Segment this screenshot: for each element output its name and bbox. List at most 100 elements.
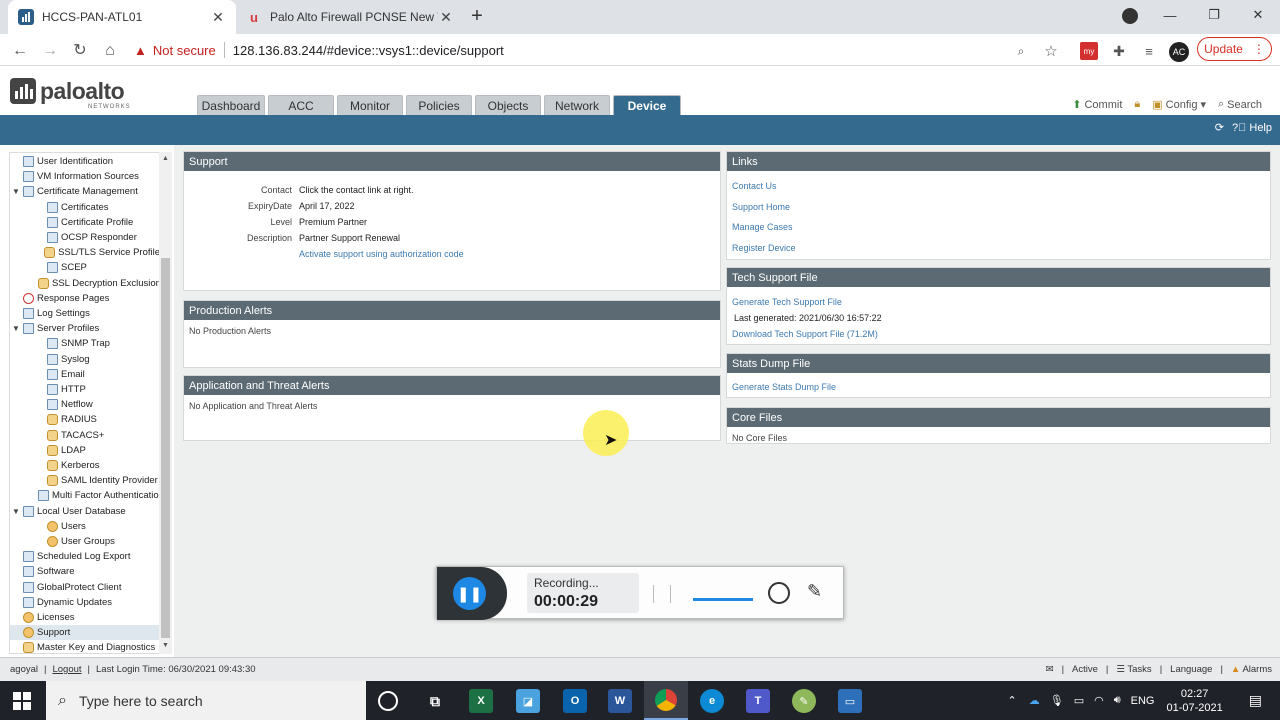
edge-icon[interactable]: e: [700, 689, 724, 713]
sidebar-item-radius[interactable]: RADIUS: [10, 412, 160, 427]
tab-search-icon[interactable]: [1122, 8, 1138, 24]
sidebar-item-log-settings[interactable]: Log Settings: [10, 306, 160, 321]
tab-device[interactable]: Device: [613, 95, 681, 115]
teams-icon[interactable]: T: [746, 689, 770, 713]
url-field[interactable]: ▲ Not secure 128.136.83.244/#device::vsy…: [134, 37, 1070, 63]
tasks-button[interactable]: ☰ Tasks: [1116, 664, 1151, 675]
webcam-icon[interactable]: [768, 582, 790, 604]
sidebar-item-multi-factor-authentication[interactable]: Multi Factor Authentication: [10, 488, 164, 503]
download-tech-support-link[interactable]: Download Tech Support File (71.2M): [732, 329, 878, 339]
microphone-icon[interactable]: 🎙︎: [1050, 694, 1064, 707]
browser-tab-pan[interactable]: HCCS-PAN-ATL01 ✕: [8, 0, 236, 34]
sidebar-item-tacacs[interactable]: TACACS+: [10, 428, 160, 443]
lock-button[interactable]: 🔒︎: [1134, 98, 1140, 111]
sidebar-item-support[interactable]: Support: [10, 625, 160, 641]
sidebar-item-email[interactable]: Email: [10, 367, 160, 382]
extensions-puzzle-icon[interactable]: ✚: [1110, 42, 1128, 60]
scroll-down-icon[interactable]: ▼: [161, 642, 170, 649]
logout-link[interactable]: Logout: [52, 664, 81, 675]
language-indicator[interactable]: ENG: [1131, 695, 1155, 707]
home-icon[interactable]: ⌂: [99, 40, 121, 62]
reading-list-icon[interactable]: ≡: [1140, 42, 1158, 60]
language-button[interactable]: Language: [1170, 664, 1212, 675]
support-home-link[interactable]: Support Home: [732, 202, 790, 212]
active-button[interactable]: Active: [1072, 664, 1098, 675]
scroll-up-icon[interactable]: ▲: [161, 155, 170, 162]
pen-icon[interactable]: ✎: [807, 581, 822, 602]
chevron-up-icon[interactable]: ⌃: [1008, 694, 1017, 707]
forward-arrow-icon[interactable]: →: [39, 40, 61, 62]
sidebar-item-server-profiles[interactable]: ▼ Server Profiles: [10, 321, 160, 336]
extension-my-icon[interactable]: my: [1080, 42, 1098, 60]
sidebar-item-licenses[interactable]: Licenses: [10, 610, 160, 625]
tab-objects[interactable]: Objects: [475, 95, 541, 115]
messages-icon[interactable]: ✉: [1046, 664, 1054, 675]
onedrive-icon[interactable]: ☁: [1029, 694, 1040, 707]
help-button[interactable]: ?⃝ Help: [1232, 122, 1272, 134]
sidebar-item-saml-identity-provider[interactable]: SAML Identity Provider: [10, 473, 160, 488]
generate-stats-dump-link[interactable]: Generate Stats Dump File: [732, 382, 836, 392]
close-tab-icon[interactable]: ✕: [210, 9, 226, 26]
update-button[interactable]: Update ⋮: [1197, 37, 1272, 61]
sidebar-item-scep[interactable]: SCEP: [10, 260, 160, 275]
battery-icon[interactable]: ▭: [1074, 694, 1084, 707]
sidebar-item-globalprotect-client[interactable]: GlobalProtect Client: [10, 580, 160, 595]
reload-icon[interactable]: ↻: [69, 40, 91, 62]
taskbar-clock[interactable]: 02:27 01-07-2021: [1166, 687, 1222, 715]
sidebar-item-scheduled-log-export[interactable]: Scheduled Log Export: [10, 549, 160, 564]
cortana-icon[interactable]: [378, 691, 398, 711]
tab-network[interactable]: Network: [544, 95, 610, 115]
wifi-icon[interactable]: ◠: [1094, 694, 1104, 707]
restore-icon[interactable]: ❐: [1192, 0, 1236, 30]
config-button[interactable]: ▣ Config ▾: [1152, 98, 1206, 112]
pause-icon[interactable]: ❚❚: [453, 577, 486, 610]
zoom-icon[interactable]: ⌕: [1012, 42, 1030, 60]
notifications-icon[interactable]: ▤: [1249, 692, 1262, 709]
sidebar-item-kerberos[interactable]: Kerberos: [10, 458, 160, 473]
alarms-button[interactable]: ▲ Alarms: [1231, 664, 1272, 675]
word-icon[interactable]: W: [608, 689, 632, 713]
sidebar-item-dynamic-updates[interactable]: Dynamic Updates: [10, 595, 160, 610]
commit-button[interactable]: ⬆ Commit: [1072, 98, 1122, 112]
sidebar-item-netflow[interactable]: Netflow: [10, 397, 160, 412]
expand-toggle-icon[interactable]: ▼: [12, 187, 21, 196]
taskbar-search-input[interactable]: ⌕ Type here to search: [46, 681, 366, 720]
sidebar-item-certificate-profile[interactable]: Certificate Profile: [10, 215, 160, 230]
sidebar-item-user-identification[interactable]: User Identification: [10, 154, 160, 169]
activate-support-link[interactable]: Activate support using authorization cod…: [299, 249, 464, 259]
expand-toggle-icon[interactable]: ▼: [12, 324, 21, 333]
sidebar-item-certificates[interactable]: Certificates: [10, 200, 160, 215]
sidebar-item-response-pages[interactable]: Response Pages: [10, 291, 160, 306]
browser-tab-course[interactable]: u Palo Alto Firewall PCNSE New V9 ✕: [236, 0, 464, 34]
register-device-link[interactable]: Register Device: [732, 243, 796, 253]
contact-us-link[interactable]: Contact Us: [732, 181, 777, 191]
tab-dashboard[interactable]: Dashboard: [197, 95, 265, 115]
volume-slider[interactable]: [693, 598, 753, 601]
sidebar-item-http[interactable]: HTTP: [10, 382, 160, 397]
sidebar-item-users[interactable]: Users: [10, 519, 160, 534]
profile-avatar[interactable]: AC: [1169, 42, 1189, 62]
sidebar-item-syslog[interactable]: Syslog: [10, 352, 160, 367]
manage-cases-link[interactable]: Manage Cases: [732, 222, 793, 232]
sidebar-item-user-groups[interactable]: User Groups: [10, 534, 160, 549]
tab-monitor[interactable]: Monitor: [337, 95, 403, 115]
expand-toggle-icon[interactable]: ▼: [12, 507, 21, 516]
not-secure-label[interactable]: Not secure: [153, 43, 216, 58]
close-tab-icon[interactable]: ✕: [438, 9, 454, 26]
sidebar-item-ldap[interactable]: LDAP: [10, 443, 160, 458]
sidebar-item-ocsp-responder[interactable]: OCSP Responder: [10, 230, 160, 245]
remote-desktop-icon[interactable]: ▭: [838, 689, 862, 713]
paint-icon[interactable]: ✎: [792, 689, 816, 713]
notes-app-icon[interactable]: ◪: [516, 689, 540, 713]
back-arrow-icon[interactable]: ←: [9, 40, 31, 62]
excel-icon[interactable]: X: [469, 689, 493, 713]
generate-tech-support-link[interactable]: Generate Tech Support File: [732, 297, 842, 307]
task-view-icon[interactable]: ⧉: [423, 689, 447, 713]
search-button[interactable]: ⌕ Search: [1218, 98, 1262, 111]
sidebar-item-software[interactable]: Software: [10, 564, 160, 579]
chrome-icon[interactable]: [644, 681, 688, 720]
sidebar-item-ssl-tls-service-profile[interactable]: SSL/TLS Service Profile: [10, 245, 160, 260]
sidebar-item-certificate-management[interactable]: ▼ Certificate Management: [10, 184, 160, 199]
tab-policies[interactable]: Policies: [406, 95, 472, 115]
sidebar-scroll-thumb[interactable]: [161, 258, 170, 638]
